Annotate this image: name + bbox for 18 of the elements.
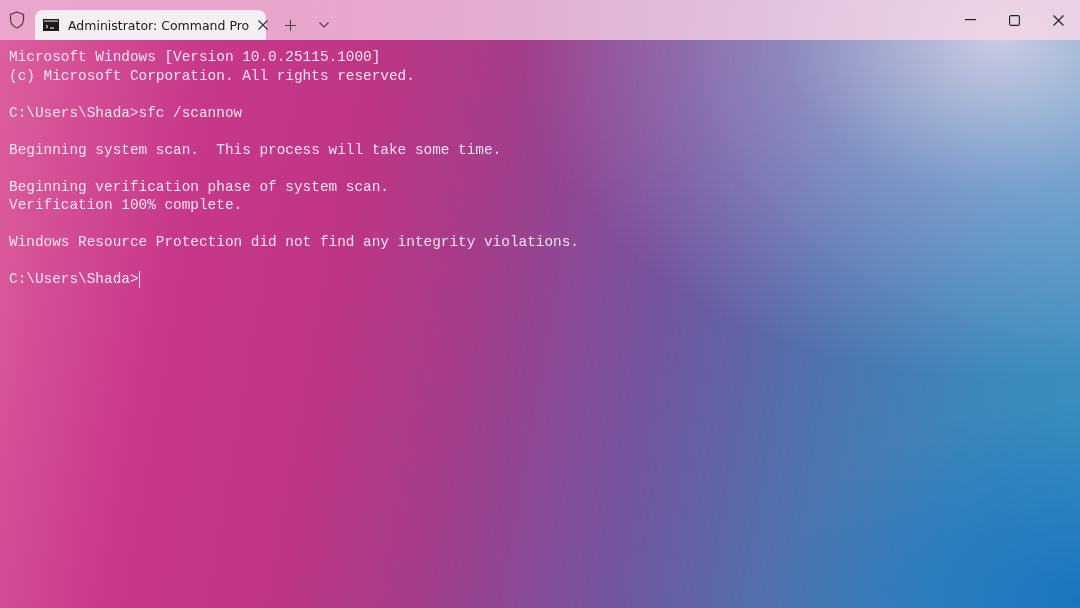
minimize-icon: [964, 19, 976, 21]
terminal-line: Microsoft Windows [Version 10.0.25115.1000]: [9, 48, 381, 67]
close-icon: [258, 20, 269, 30]
terminal-icon: [43, 19, 59, 31]
chevron-down-icon: [319, 22, 329, 28]
terminal-line: C:\Users\Shada>: [9, 270, 139, 289]
plus-icon: [284, 19, 296, 31]
terminal-line: Beginning verification phase of system scan.: [9, 177, 389, 196]
terminal-line: Beginning system scan. This process will take some time.: [9, 140, 502, 159]
shield-icon: [9, 11, 25, 29]
terminal-tab[interactable]: Administrator: Command Pro: [35, 10, 266, 40]
terminal-line: Verification 100% complete.: [9, 196, 243, 215]
terminal-line: Windows Resource Protection did not find any integrity violations.: [9, 233, 579, 252]
tab-title: Administrator: Command Pro: [68, 17, 250, 33]
terminal-line: C:\Users\Shada>sfc /scannow: [9, 103, 243, 122]
maximize-icon: [1008, 14, 1020, 26]
terminal-line: (c) Microsoft Corporation. All rights reserved.: [9, 66, 415, 85]
close-icon: [1052, 14, 1064, 26]
